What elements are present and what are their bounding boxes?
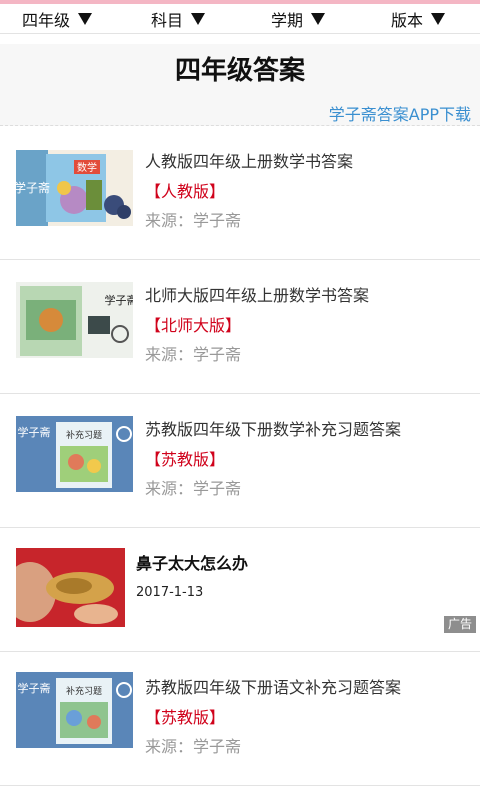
dropdown-arrow-icon (311, 13, 326, 25)
grade-filter-label: 四年级 (22, 11, 71, 30)
edition-tag: 【人教版】 (145, 182, 226, 201)
edition-tag: 【苏教版】 (145, 708, 226, 727)
dropdown-arrow-icon (431, 13, 446, 25)
page-title: 四年级答案 (174, 56, 305, 86)
source-label: 来源：学子斋 (145, 345, 242, 364)
dropdown-arrow-icon (191, 13, 206, 25)
filter-bar: 四年级 科目 学期 版本 (0, 4, 480, 34)
ad-item[interactable]: 鼻子太大怎么办 2017-1-13 广告 (0, 528, 480, 652)
grade-filter-dropdown[interactable]: 四年级 (22, 6, 93, 32)
semester-filter-label: 学期 (271, 11, 304, 30)
cover-text: 数学 (77, 161, 97, 174)
item-title: 苏教版四年级下册语文补充习题答案 (145, 678, 402, 697)
item-title: 苏教版四年级下册数学补充习题答案 (145, 420, 402, 439)
list-item[interactable]: 补充习题 学子斋 苏教版四年级下册语文补充习题答案 【苏教版】 来源：学子斋 (0, 652, 480, 786)
page-header: 四年级答案 学子斋答案APP下载 (0, 44, 480, 126)
ad-image (16, 548, 125, 627)
ad-badge: 广告 (444, 616, 476, 633)
ad-title: 鼻子太大怎么办 (136, 554, 249, 573)
brand-watermark: 学子斋 (18, 425, 51, 439)
edition-tag: 【北师大版】 (145, 316, 242, 335)
brand-watermark: 学子斋 (105, 293, 134, 307)
brand-watermark: 学子斋 (18, 681, 51, 695)
edition-tag: 【苏教版】 (145, 450, 226, 469)
cover-text: 补充习题 (66, 429, 102, 441)
item-title: 人教版四年级上册数学书答案 (145, 152, 354, 171)
subject-filter-label: 科目 (151, 11, 184, 30)
source-label: 来源：学子斋 (145, 479, 242, 498)
textbook-cover-image: 数学 学子斋 (16, 150, 133, 226)
edition-filter-label: 版本 (391, 11, 424, 30)
edition-filter-dropdown[interactable]: 版本 (391, 6, 446, 32)
app-download-link[interactable]: 学子斋答案APP下载 (329, 101, 471, 125)
ad-date: 2017-1-13 (136, 585, 204, 600)
list-item[interactable]: 补充习题 学子斋 苏教版四年级下册数学补充习题答案 【苏教版】 来源：学子斋 (0, 394, 480, 528)
textbook-cover-image: 学子斋 (16, 282, 133, 358)
brand-watermark: 学子斋 (16, 180, 50, 195)
dropdown-arrow-icon (78, 13, 93, 25)
semester-filter-dropdown[interactable]: 学期 (271, 6, 326, 32)
source-label: 来源：学子斋 (145, 737, 242, 756)
subject-filter-dropdown[interactable]: 科目 (151, 6, 206, 32)
textbook-cover-image: 补充习题 学子斋 (16, 672, 133, 748)
cover-text: 补充习题 (66, 685, 102, 697)
textbook-cover-image: 补充习题 学子斋 (16, 416, 133, 492)
list-item[interactable]: 学子斋 北师大版四年级上册数学书答案 【北师大版】 来源：学子斋 (0, 260, 480, 394)
item-title: 北师大版四年级上册数学书答案 (145, 286, 370, 305)
list-item[interactable]: 数学 学子斋 人教版四年级上册数学书答案 【人教版】 来源：学子斋 (0, 126, 480, 260)
source-label: 来源：学子斋 (145, 211, 242, 230)
